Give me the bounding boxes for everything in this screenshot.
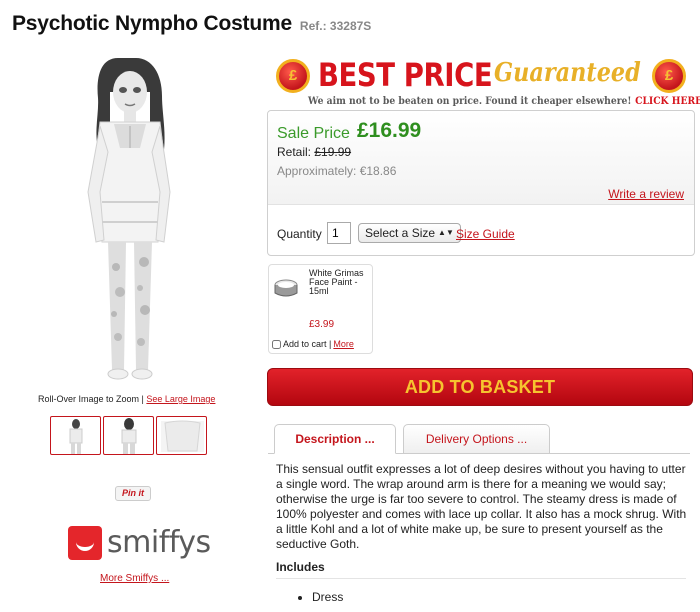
retail-price: Retail: £19.99 [277,145,351,159]
product-header: Psychotic Nympho Costume Ref.: 33287S [12,12,371,36]
brand-logo[interactable]: smiffys [68,525,211,560]
size-select[interactable]: Select a Size ▲▼ [358,223,461,243]
upsell-more-link[interactable]: More [333,339,354,349]
tab-delivery-options[interactable]: Delivery Options ... [403,424,550,454]
pound-coin-icon: £ [652,59,686,93]
info-tabs: Description ... Delivery Options ... [274,424,557,454]
see-large-image-link[interactable]: See Large Image [146,394,215,404]
price-summary: Sale Price £16.99 Retail: £19.99 Approxi… [268,111,694,205]
approx-euro-price: Approximately: €18.86 [277,164,397,178]
list-item: Dress [312,590,343,604]
sale-price-label: Sale Price [277,125,350,142]
sale-price-value: £16.99 [357,119,422,142]
face-paint-pot-icon[interactable] [274,279,298,299]
size-guide-link[interactable]: Size Guide [456,227,515,241]
tab-description[interactable]: Description ... [274,424,396,454]
best-price-headline: BEST PRICE [318,56,493,94]
product-main-image[interactable] [40,52,210,390]
thumbnail-front[interactable] [50,416,101,455]
brand-name: smiffys [107,525,211,560]
upsell-product-name[interactable]: White Grimas Face Paint - 15ml [309,269,371,296]
includes-list: Dress [296,590,343,604]
add-to-cart-label: Add to cart | [283,339,332,349]
best-price-banner[interactable]: £ BEST PRICE Guaranteed £ We aim not to … [272,56,700,110]
price-panel: Sale Price £16.99 Retail: £19.99 Approxi… [267,110,695,256]
pound-coin-icon: £ [276,59,310,93]
write-review-link[interactable]: Write a review [608,187,684,201]
add-to-basket-button[interactable]: ADD TO BASKET [267,368,693,406]
pinterest-pin-button[interactable]: Pin it [115,486,151,501]
retail-label: Retail: [277,145,312,159]
guaranteed-script: Guaranteed [494,58,641,88]
upsell-actions: Add to cart | More [272,339,354,349]
select-arrows-icon: ▲▼ [438,228,454,237]
add-to-cart-checkbox[interactable] [272,339,281,349]
price-promise-tagline: We aim not to be beaten on price. Found … [308,96,700,107]
more-brand-link[interactable]: More Smiffys ... [100,573,169,584]
product-description: This sensual outfit expresses a lot of d… [276,462,687,551]
thumbnail-detail[interactable] [156,416,207,455]
zoom-hint-text: Roll-Over Image to Zoom | [38,394,144,404]
zoom-hint: Roll-Over Image to Zoom | See Large Imag… [38,394,215,404]
click-here-link[interactable]: CLICK HERE [635,96,700,107]
tagline-text: We aim not to be beaten on price. Found … [308,96,632,107]
smile-logo-icon [68,525,102,560]
quantity-input[interactable] [327,222,351,244]
product-title: Psychotic Nympho Costume [12,12,292,35]
thumbnail-strip [50,416,207,455]
upsell-card: White Grimas Face Paint - 15ml £3.99 Add… [268,264,373,354]
upsell-price: £3.99 [309,319,335,330]
quantity-label: Quantity [277,227,322,241]
product-reference: Ref.: 33287S [299,19,372,33]
retail-price-value: £19.99 [314,145,352,159]
includes-divider [276,578,686,579]
size-select-value: Select a Size [365,226,436,240]
thumbnail-back[interactable] [103,416,154,455]
includes-heading: Includes [276,560,325,574]
